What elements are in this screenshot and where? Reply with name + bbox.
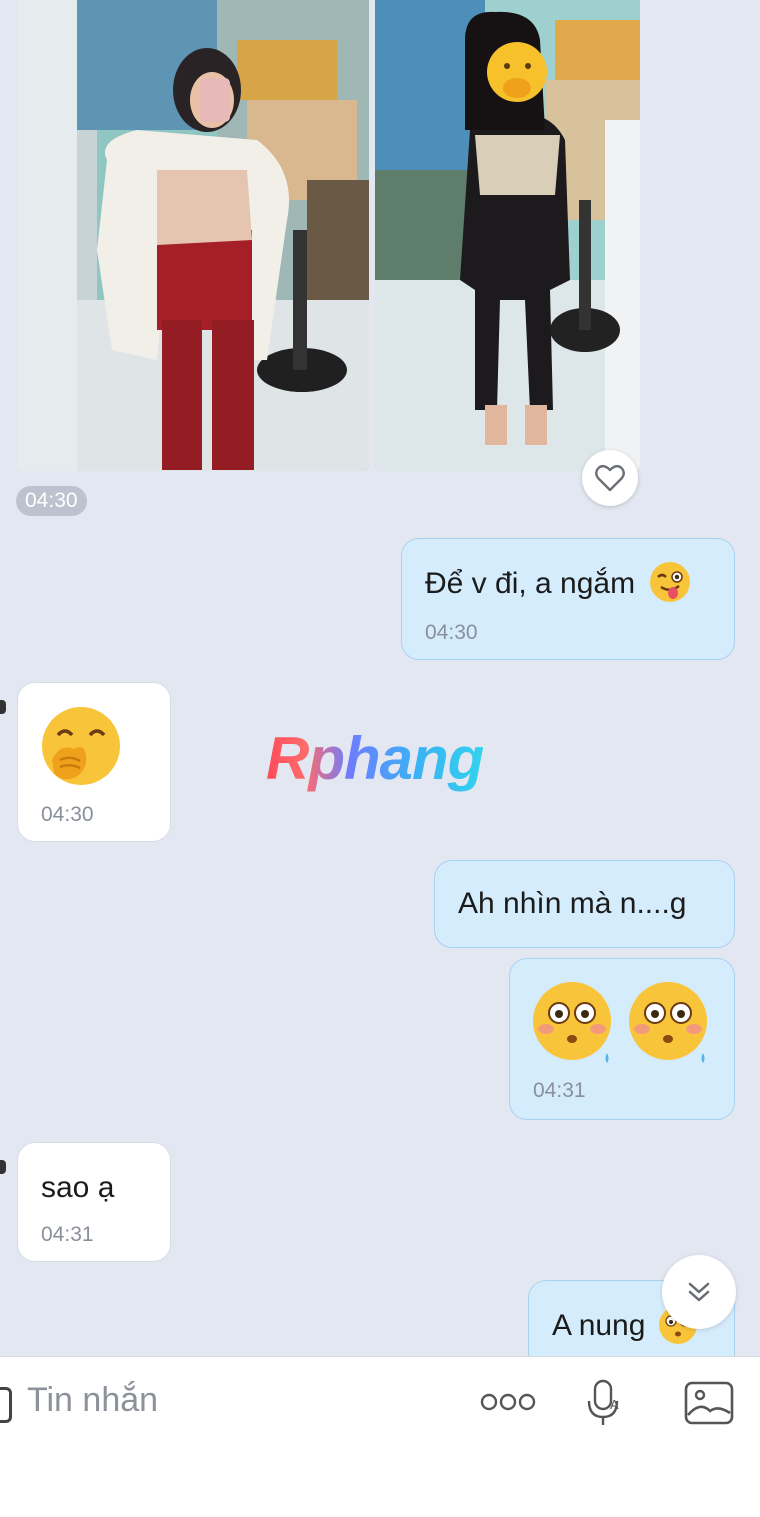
- scroll-to-bottom-button[interactable]: [662, 1255, 736, 1329]
- giggle-emoji: [42, 707, 120, 785]
- svg-text:A: A: [610, 1397, 619, 1412]
- chevron-double-down-icon: [688, 1282, 710, 1302]
- sender-avatar-edge: [0, 700, 6, 714]
- image-icon[interactable]: [684, 1381, 734, 1425]
- outgoing-message-3[interactable]: 04:31: [509, 958, 735, 1120]
- winking-tongue-emoji: [650, 562, 691, 603]
- message-text: Ah nhìn mà n....g: [458, 887, 687, 920]
- message-input-bar: Tin nhắn A: [0, 1356, 760, 1517]
- watermark-logo: Rphang: [266, 725, 484, 792]
- sticker-icon[interactable]: [0, 1387, 12, 1423]
- microphone-icon[interactable]: A: [586, 1379, 624, 1427]
- incoming-message-1[interactable]: 04:30: [17, 682, 171, 842]
- outgoing-message-2[interactable]: Ah nhìn mà n....g: [434, 860, 735, 948]
- flushed-emoji: [629, 982, 707, 1063]
- flushed-emoji: [533, 982, 611, 1063]
- message-text: A nung: [552, 1309, 646, 1342]
- photo-message-2[interactable]: [375, 0, 640, 471]
- message-input[interactable]: Tin nhắn: [27, 1381, 158, 1420]
- message-time: 04:30: [425, 621, 478, 644]
- message-time: 04:30: [41, 803, 94, 826]
- sender-avatar-edge: [0, 1160, 6, 1174]
- message-time: 04:31: [533, 1079, 586, 1102]
- photo-1-image: [17, 0, 369, 471]
- heart-icon: [595, 464, 625, 492]
- reaction-heart-button[interactable]: [582, 450, 638, 506]
- photo-2-image: [375, 0, 640, 471]
- more-dots-icon[interactable]: [480, 1391, 536, 1413]
- incoming-message-2[interactable]: sao ạ 04:31: [17, 1142, 171, 1262]
- message-text: sao ạ: [41, 1171, 115, 1204]
- photo-timestamp: 04:30: [16, 486, 87, 516]
- chat-area: 04:30 Để v đi, a ngắm 04:30 04:30 Rphang…: [0, 0, 760, 1356]
- outgoing-message-1[interactable]: Để v đi, a ngắm 04:30: [401, 538, 735, 660]
- message-time: 04:31: [41, 1223, 94, 1246]
- message-text: Để v đi, a ngắm: [425, 567, 636, 600]
- photo-message-1[interactable]: [17, 0, 369, 471]
